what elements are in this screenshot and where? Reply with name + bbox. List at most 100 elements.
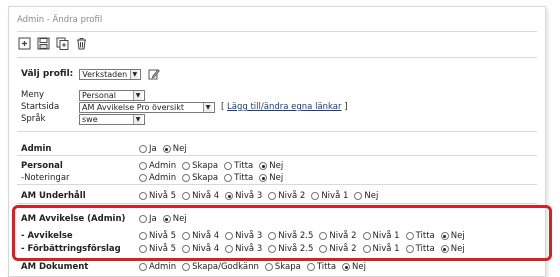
startsida-select[interactable]: AM Avvikelse Pro översikt ▼ <box>79 101 215 113</box>
highlight-box <box>12 205 552 261</box>
radio-option[interactable]: Nej <box>259 161 283 171</box>
startsida-link-wrap: [ Lägg till/ändra egna länkar ] <box>221 102 348 112</box>
field-label: Språk <box>21 114 46 124</box>
radio-option[interactable]: Nivå 4 <box>182 191 219 201</box>
permission-options: Admin Skapa Titta Nej <box>139 173 283 183</box>
radio-label: Ja <box>149 144 157 154</box>
radio-button[interactable] <box>139 174 147 182</box>
radio-option[interactable]: Titta <box>224 173 253 183</box>
radio-option[interactable]: Skapa <box>264 262 301 272</box>
radio-button[interactable] <box>139 145 147 153</box>
radio-option[interactable]: Nivå 5 <box>139 191 176 201</box>
select-value: swe <box>82 114 98 124</box>
save-icon[interactable] <box>36 36 50 50</box>
permission-label: Personal <box>21 161 63 171</box>
permission-row: Admin Ja Nej <box>21 143 187 155</box>
field-label: Startsida <box>21 102 60 112</box>
radio-button[interactable] <box>311 192 320 200</box>
radio-label: Nej <box>172 144 187 154</box>
edit-profile-icon[interactable] <box>147 67 161 81</box>
delete-icon[interactable] <box>74 36 88 50</box>
radio-option[interactable]: Nej <box>162 144 187 154</box>
edit-links-link[interactable]: Lägg till/ändra egna länkar <box>227 102 341 112</box>
radio-option[interactable]: Admin <box>139 262 176 272</box>
meny-select[interactable]: Personal ▼ <box>79 89 145 101</box>
fields-divider <box>17 131 537 132</box>
radio-label: Skapa <box>274 262 301 272</box>
permission-label: AM Dokument <box>21 262 89 272</box>
select-value: Personal <box>82 90 117 100</box>
radio-option[interactable]: Titta <box>224 161 253 171</box>
field-row-sprak: Språk swe ▼ <box>21 113 348 125</box>
toolbar-divider <box>17 57 537 58</box>
permission-options: Ja Nej <box>139 144 187 154</box>
radio-label: Nivå 2 <box>278 191 306 201</box>
radio-label: Admin <box>149 161 177 171</box>
radio-label: Nej <box>364 191 379 201</box>
profile-fields: Meny Personal ▼ Startsida AM Avvikelse P… <box>21 89 348 125</box>
radio-option[interactable]: Ja <box>139 144 157 154</box>
radio-option[interactable]: Nivå 1 <box>311 191 348 201</box>
radio-button[interactable] <box>182 192 191 200</box>
radio-button[interactable] <box>162 145 171 153</box>
radio-button[interactable] <box>259 162 268 170</box>
radio-label: Nej <box>352 262 366 272</box>
radio-option[interactable]: Admin <box>139 161 176 171</box>
copy-icon[interactable] <box>55 36 69 50</box>
select-value: AM Avvikelse Pro översikt <box>82 102 184 112</box>
field-row-startsida: Startsida AM Avvikelse Pro översikt ▼ [ … <box>21 101 348 113</box>
radio-label: Admin <box>149 262 177 272</box>
new-icon[interactable] <box>17 36 31 50</box>
radio-label: Nivå 1 <box>321 191 349 201</box>
radio-button[interactable] <box>259 174 268 182</box>
radio-button[interactable] <box>342 263 351 271</box>
radio-option[interactable]: Nej <box>354 191 378 201</box>
radio-option[interactable]: Titta <box>306 262 337 272</box>
permission-row: -Noteringar Admin Skapa Titta Nej <box>21 172 283 184</box>
radio-button[interactable] <box>264 263 273 271</box>
section-divider <box>17 155 537 156</box>
radio-label: Skapa/Godkänn <box>192 262 259 272</box>
radio-button[interactable] <box>224 174 233 182</box>
radio-button[interactable] <box>139 162 147 170</box>
radio-label: Nej <box>269 173 284 183</box>
radio-option[interactable]: Admin <box>139 173 176 183</box>
profile-select[interactable]: Verkstaden ▼ <box>79 68 142 80</box>
section-divider <box>17 203 537 204</box>
radio-option[interactable]: Nej <box>259 173 283 183</box>
radio-button[interactable] <box>139 263 147 271</box>
radio-label: Titta <box>316 262 337 272</box>
field-label: Meny <box>21 90 44 100</box>
chevron-down-icon: ▼ <box>130 69 139 79</box>
radio-button[interactable] <box>306 263 315 271</box>
radio-button[interactable] <box>139 192 147 200</box>
field-row-meny: Meny Personal ▼ <box>21 89 348 101</box>
section-divider <box>17 184 537 185</box>
permission-row: Personal Admin Skapa Titta Nej <box>21 160 283 172</box>
radio-button[interactable] <box>354 192 363 200</box>
radio-button[interactable] <box>225 192 234 200</box>
radio-option[interactable]: Nivå 3 <box>225 191 262 201</box>
radio-button[interactable] <box>268 192 277 200</box>
bracket-close: ] <box>341 102 348 112</box>
radio-label: Nivå 4 <box>192 191 220 201</box>
radio-option[interactable]: Nivå 2 <box>268 191 305 201</box>
radio-button[interactable] <box>182 263 191 271</box>
profile-selector-row: Välj profil: Verkstaden ▼ <box>21 67 161 81</box>
radio-button[interactable] <box>182 162 191 170</box>
chevron-down-icon: ▼ <box>203 102 212 112</box>
permission-options: Admin Skapa/Godkänn Skapa Titta Nej <box>139 262 366 272</box>
permission-options: Nivå 5 Nivå 4 Nivå 3 Nivå 2 Nivå 1 Nej <box>139 191 378 201</box>
permission-options: Admin Skapa Titta Nej <box>139 161 283 171</box>
radio-button[interactable] <box>182 174 191 182</box>
sprak-select[interactable]: swe ▼ <box>79 113 145 125</box>
chevron-down-icon: ▼ <box>133 90 142 100</box>
radio-option[interactable]: Skapa/Godkänn <box>182 262 259 272</box>
radio-label: Admin <box>149 173 177 183</box>
radio-option[interactable]: Nej <box>342 262 366 272</box>
radio-button[interactable] <box>224 162 233 170</box>
radio-option[interactable]: Skapa <box>182 173 218 183</box>
radio-label: Titta <box>234 161 254 171</box>
radio-option[interactable]: Skapa <box>182 161 218 171</box>
title-divider <box>17 31 537 32</box>
